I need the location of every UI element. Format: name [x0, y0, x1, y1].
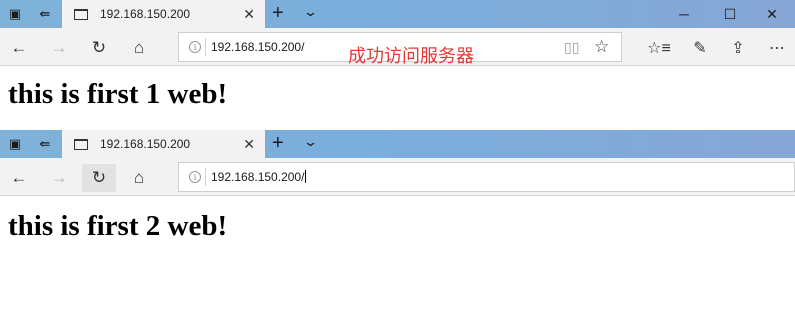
close-window-button[interactable]: ✕	[749, 0, 795, 28]
address-url-input[interactable]: 192.168.150.200/	[211, 170, 307, 184]
tab-list-chevron-icon[interactable]: ⌄	[303, 4, 318, 20]
tab-bar: ▣ ⇚ 192.168.150.200 ✕ + ⌄	[0, 130, 795, 158]
tab-active[interactable]: 192.168.150.200 ✕	[62, 0, 265, 28]
favorites-hub-icon[interactable]: ☆≡	[642, 34, 676, 62]
more-icon[interactable]: ⋯	[760, 34, 794, 62]
annotation-text: 成功访问服务器	[348, 46, 474, 67]
back-button[interactable]: ←	[2, 34, 36, 62]
forward-button[interactable]: →	[42, 34, 76, 62]
set-aside-tabs-icon[interactable]: ⇚	[30, 0, 60, 28]
site-info-icon[interactable]: i	[189, 41, 201, 53]
set-aside-tabs-icon[interactable]: ⇚	[30, 130, 60, 158]
page-heading: this is first 2 web!	[8, 210, 228, 242]
tab-preview-icon[interactable]: ▣	[0, 0, 30, 28]
address-url[interactable]: 192.168.150.200/	[211, 40, 304, 54]
tab-close-icon[interactable]: ✕	[243, 6, 255, 23]
nav-bar: ← → ↻ ⌂ i 192.168.150.200/	[0, 158, 795, 196]
forward-button[interactable]: →	[42, 164, 76, 192]
page-icon	[74, 8, 88, 20]
tab-close-icon[interactable]: ✕	[243, 136, 255, 153]
divider	[205, 168, 206, 186]
address-bar[interactable]: i 192.168.150.200/	[178, 162, 795, 192]
home-button[interactable]: ⌂	[122, 164, 156, 192]
maximize-button[interactable]: ☐	[707, 0, 753, 28]
tab-title: 192.168.150.200	[100, 137, 191, 151]
tab-list-chevron-icon[interactable]: ⌄	[303, 134, 318, 150]
address-url: 192.168.150.200/	[211, 170, 305, 184]
site-info-icon[interactable]: i	[189, 171, 201, 183]
share-icon[interactable]: ⇪	[721, 34, 755, 62]
reading-view-icon[interactable]: ▯▯	[564, 39, 579, 56]
back-button[interactable]: ←	[2, 164, 36, 192]
add-favorite-icon[interactable]: ☆	[594, 37, 609, 57]
web-notes-icon[interactable]: ✎	[683, 34, 717, 62]
page-icon	[74, 138, 88, 150]
text-caret	[305, 170, 307, 183]
browser-window-2: ▣ ⇚ 192.168.150.200 ✕ + ⌄ ← → ↻ ⌂ i 192.…	[0, 130, 795, 322]
home-button[interactable]: ⌂	[122, 34, 156, 62]
new-tab-button[interactable]: +	[272, 2, 284, 25]
tab-active[interactable]: 192.168.150.200 ✕	[62, 130, 265, 158]
page-heading: this is first 1 web!	[8, 78, 228, 110]
divider	[205, 38, 206, 56]
refresh-button[interactable]: ↻	[82, 34, 116, 62]
refresh-button[interactable]: ↻	[82, 164, 116, 192]
tab-bar: ▣ ⇚ 192.168.150.200 ✕ + ⌄ ─ ☐ ✕	[0, 0, 795, 28]
minimize-button[interactable]: ─	[661, 0, 707, 28]
new-tab-button[interactable]: +	[272, 132, 284, 155]
tab-preview-icon[interactable]: ▣	[0, 130, 30, 158]
tab-title: 192.168.150.200	[100, 7, 191, 21]
